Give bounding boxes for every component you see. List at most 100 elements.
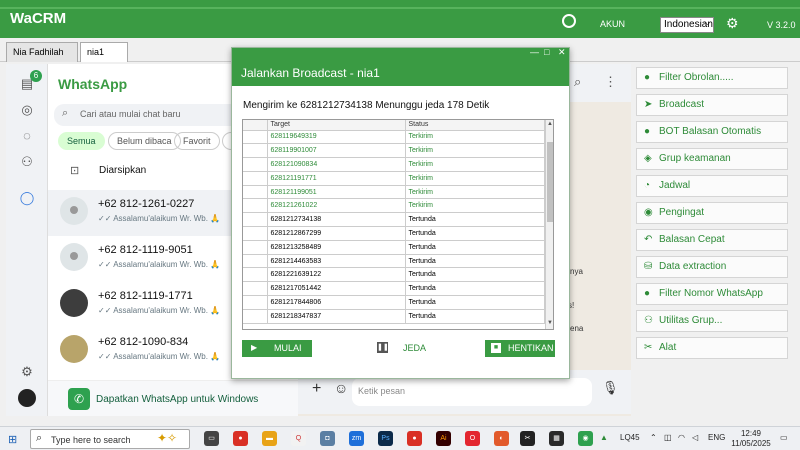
profile-avatar[interactable] [18,389,36,407]
chrome-icon[interactable]: ● [233,431,248,446]
message-input[interactable]: Ketik pesan [352,378,592,406]
language-select[interactable]: Indonesian [660,17,714,33]
wifi-icon[interactable]: ◠ [678,433,685,442]
filter-favorites[interactable]: Favorit [174,132,220,150]
status-cell: Tertunda [405,281,545,297]
status-cell: Terkirim [405,143,545,159]
filter-unread[interactable]: Belum dibaca [108,132,181,150]
windows-start-icon[interactable]: ⊞ [8,433,17,446]
account-button[interactable]: AKUN [600,19,625,29]
mic-icon[interactable]: 🎙 [602,380,619,396]
status-cell: Tertunda [405,267,545,283]
scroll-up-icon[interactable]: ▲ [547,121,553,127]
capcut-icon[interactable]: ✂ [520,431,535,446]
table-scrollbar[interactable]: ▲ ▼ [545,120,553,329]
search-icon[interactable]: ⌕ [574,74,581,90]
table-row[interactable]: 6281214463583 Tertunda [243,254,545,269]
maximize-icon[interactable]: □ [544,47,549,57]
zoom-icon[interactable]: zm [349,431,364,446]
auto-reply-bot-button[interactable]: ● BOT Balasan Otomatis [636,121,788,143]
chrome-icon[interactable]: ● [407,431,422,446]
table-row[interactable]: 6281221639122 Tertunda [243,267,545,283]
broadcast-button[interactable]: ➤ Broadcast [636,94,788,116]
download-promo[interactable]: ✆ Dapatkan WhatsApp untuk Windows [48,380,298,416]
file-explorer-icon[interactable]: ▬ [262,431,277,446]
tray-overflow-icon[interactable]: ⌃ [650,433,657,442]
filter-number-button[interactable]: ● Filter Nomor WhatsApp [636,283,788,305]
table-row[interactable]: 628119649319 Terkirim [243,130,545,145]
volume-icon[interactable]: ◁ [692,433,698,442]
filter-chats-button[interactable]: ● Filter Obrolan..... [636,67,788,89]
group-utility-button[interactable]: ⚇ Utilitas Grup... [636,310,788,332]
language-indicator[interactable]: ENG [708,433,725,442]
pause-button[interactable]: ❚❚ JEDA [377,340,427,357]
photoshop-icon[interactable]: Ps [378,431,393,446]
status-cell: Terkirim [405,130,545,145]
app-orange-icon[interactable]: ◐ [494,431,509,446]
filter-all[interactable]: Semua [58,132,105,150]
attach-icon[interactable]: + [312,380,321,398]
stop-label: HENTIKAN [508,343,554,353]
table-row[interactable]: 628121090834 Terkirim [243,157,545,172]
gear-icon[interactable]: ⚙ [726,15,739,32]
wacrm-taskbar-icon[interactable]: ◉ [578,431,593,446]
whatsapp-icon[interactable] [562,14,576,28]
communities-icon[interactable]: ⚇ [19,154,35,170]
whatsapp-logo-icon: ✆ [68,388,90,410]
status-cell: Terkirim [405,185,545,200]
row-header-cell [243,171,268,186]
tab-nia1[interactable]: nia1 [80,42,128,62]
unread-badge: 6 [30,70,42,82]
minimize-icon[interactable]: — [530,47,539,57]
table-row[interactable]: 628121191771 Terkirim [243,171,545,186]
table-row[interactable]: 6281217844806 Tertunda [243,295,545,310]
target-cell: 6281214463583 [267,254,406,269]
tools-button[interactable]: ✂ Alat [636,337,788,359]
table-row[interactable]: 6281217051442 Tertunda [243,281,545,297]
start-button[interactable]: ▶ MULAI [242,340,312,357]
chat-name: +62 812-1261-0227 [98,198,195,210]
avatar [60,335,88,363]
stop-button[interactable]: ■ HENTIKAN [485,340,555,357]
tray-app-icon[interactable]: ◫ [664,433,672,442]
menu-icon[interactable]: ⋮ [604,74,617,90]
target-cell: 6281217844806 [267,295,406,310]
camera-icon[interactable]: ◘ [320,431,335,446]
table-row[interactable]: 628121261022 Terkirim [243,198,545,214]
table-row[interactable]: 6281212734138 Tertunda [243,212,545,228]
schedule-button[interactable]: ◔ Jadwal [636,175,788,197]
illustrator-icon[interactable]: Ai [436,431,451,446]
group-security-button[interactable]: ◈ Grup keamanan [636,148,788,170]
close-icon[interactable]: ✕ [558,47,566,58]
quick-reply-button[interactable]: ↶ Balasan Cepat [636,229,788,251]
clock-date: 11/05/2025 [731,439,771,448]
data-extraction-button[interactable]: ⛁ Data extraction [636,256,788,278]
message-snippet: ena [570,324,584,333]
scroll-down-icon[interactable]: ▼ [547,320,553,326]
table-row[interactable]: 6281212867299 Tertunda [243,226,545,241]
opera-icon[interactable]: O [465,431,480,446]
button-label: Utilitas Grup... [659,315,723,326]
reminder-button[interactable]: ◉ Pengingat [636,202,788,224]
meta-ai-icon[interactable]: ◯ [19,190,35,206]
table-row[interactable]: 6281218347837 Tertunda [243,309,545,324]
app-dark-icon[interactable]: ▦ [549,431,564,446]
notification-icon[interactable]: ▭ [780,433,788,442]
channels-icon[interactable]: ◌ [19,128,35,144]
scroll-thumb[interactable] [547,142,553,222]
chat-preview: ✓✓ Assalamu'alaikum Wr. Wb. 🙏 [98,352,221,361]
taskbar-clock[interactable]: 12:49 11/05/2025 [728,429,774,449]
taskbar-search[interactable]: ⌕ Type here to search ✦✧ [30,429,190,449]
tab-nia-fadhilah[interactable]: Nia Fadhilah [6,42,78,62]
app-titlebar: WaCRM AKUN Indonesian ⚙ V 3.2.0 [0,0,800,38]
target-cell: 6281212867299 [267,226,406,241]
table-row[interactable]: 6281213258489 Tertunda [243,240,545,255]
emoji-icon[interactable]: ☺ [334,380,348,396]
table-row[interactable]: 628119901007 Terkirim [243,143,545,159]
task-view-icon[interactable]: ▭ [204,431,219,446]
broadcast-table[interactable]: Target Status 628119649319 Terkirim 628119… [242,119,554,330]
table-row[interactable]: 628121199051 Terkirim [243,185,545,200]
status-icon[interactable]: ◎ [19,102,35,118]
app-q-icon[interactable]: Q [291,431,306,446]
settings-icon[interactable]: ⚙ [19,364,35,380]
